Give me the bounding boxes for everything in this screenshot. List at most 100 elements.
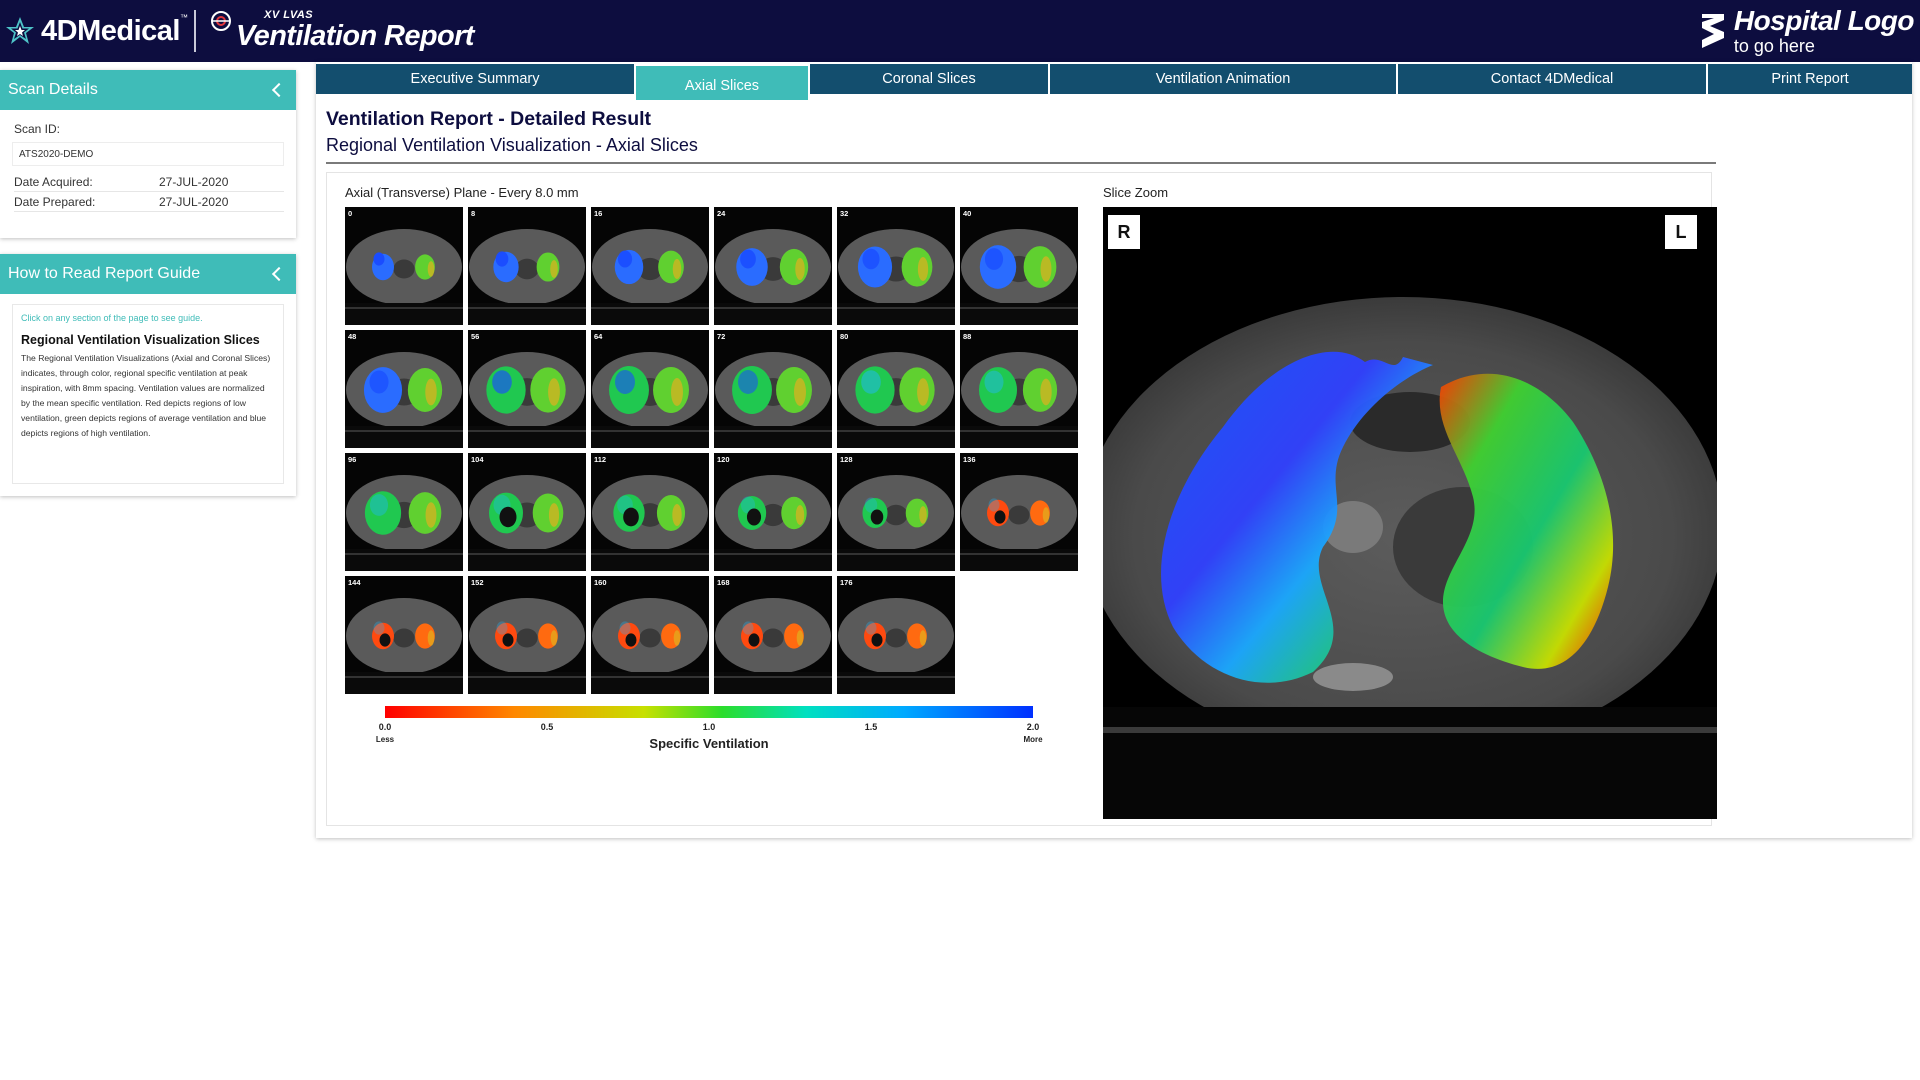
slice-number: 176 [840,578,853,587]
hospital-logo-title: Hospital Logo [1733,5,1915,36]
slice-thumbnail[interactable]: 104 [468,453,586,571]
slice-thumbnail[interactable]: 120 [714,453,832,571]
slice-thumbnail[interactable]: 160 [591,576,709,694]
chevron-left-icon[interactable] [271,82,287,98]
slice-thumbnail[interactable]: 8 [468,207,586,325]
slice-number: 128 [840,455,853,464]
slice-number: 144 [348,578,361,587]
hospital-mark-icon [1700,10,1726,52]
slice-zoom-viewer[interactable]: R L [1103,207,1717,819]
slice-number: 112 [594,455,607,464]
scale-tick: 0.0 [378,722,392,732]
page-subtitle: Regional Ventilation Visualization - Axi… [326,135,698,155]
product-logo: XV LVAS Ventilation Report [210,8,474,54]
tab-bar: Executive Summary Axial Slices Coronal S… [316,64,1912,100]
slice-number: 88 [963,332,972,341]
slice-thumbnail[interactable]: 136 [960,453,1078,571]
slice-number: 0 [348,209,353,218]
app-header: 4DMedical ™ XV LVAS Ventilation Report H… [0,0,1920,62]
date-prepared-row: Date Prepared: 27-JUL-2020 [14,192,284,212]
slice-number: 80 [840,332,849,341]
page-title: Ventilation Report - Detailed Result [326,108,652,130]
slice-number: 8 [471,209,476,218]
scale-tick: 0.5 [540,722,554,732]
hospital-logo-subtitle: to go here [1733,36,1815,56]
slice-thumbnail[interactable]: 16 [591,207,709,325]
date-prepared-label: Date Prepared: [14,194,96,209]
tab-contact-4dmedical[interactable]: Contact 4DMedical [1398,64,1706,94]
slice-thumbnail[interactable]: 128 [837,453,955,571]
header-divider [194,10,196,52]
slice-thumbnail[interactable]: 96 [345,453,463,571]
slice-number: 64 [594,332,603,341]
guide-content: Click on any section of the page to see … [12,304,284,484]
4dmedical-star-icon [5,16,35,46]
tab-coronal-slices[interactable]: Coronal Slices [810,64,1048,94]
zoomed-ct-slice [1103,207,1717,819]
orientation-right-marker: R [1108,215,1140,249]
tab-executive-summary[interactable]: Executive Summary [316,64,634,94]
slice-thumbnail[interactable]: 176 [837,576,955,694]
date-prepared-value: 27-JUL-2020 [159,194,229,209]
slice-number: 24 [717,209,726,218]
slice-number: 40 [963,209,972,218]
scale-tick: 1.5 [864,722,878,732]
report-guide-header[interactable]: How to Read Report Guide [0,254,296,294]
slice-thumbnail[interactable]: 40 [960,207,1078,325]
product-name: XV LVAS Ventilation Report [236,8,474,53]
scan-details-title: Scan Details [8,81,98,98]
slice-number: 160 [594,578,607,587]
chevron-left-icon[interactable] [271,266,287,282]
scale-tick: 1.0 [702,722,716,732]
slice-thumbnail[interactable]: 56 [468,330,586,448]
4dmedical-logo: 4DMedical ™ [5,9,188,53]
date-acquired-row: Date Acquired: 27-JUL-2020 [14,172,284,192]
slice-thumbnail[interactable]: 48 [345,330,463,448]
axial-slices-card: Axial (Transverse) Plane - Every 8.0 mm … [326,172,1717,826]
guide-heading: Regional Ventilation Visualization Slice… [21,333,260,347]
plane-label: Axial (Transverse) Plane - Every 8.0 mm [345,185,579,200]
slice-thumbnail[interactable]: 168 [714,576,832,694]
slice-thumbnail[interactable]: 152 [468,576,586,694]
slice-number: 104 [471,455,484,464]
slice-zoom-label: Slice Zoom [1103,185,1169,200]
scale-tick: 2.0 [1026,722,1040,732]
slice-thumbnail[interactable]: 24 [714,207,832,325]
guide-description: The Regional Ventilation Visualizations … [21,353,271,438]
orientation-left-marker: L [1665,215,1697,249]
slice-number: 120 [717,455,730,464]
date-acquired-label: Date Acquired: [14,174,93,189]
tab-axial-slices[interactable]: Axial Slices [636,66,808,100]
hospital-logo-placeholder: Hospital Logo to go here [1700,4,1915,58]
page-title-block: Ventilation Report - Detailed Result Reg… [326,108,1716,164]
guide-hint: Click on any section of the page to see … [21,313,203,323]
tab-ventilation-animation[interactable]: Ventilation Animation [1050,64,1396,94]
slice-thumbnail[interactable]: 0 [345,207,463,325]
slice-thumbnail-grid: 0 8 16 24 32 40 48 56 64 72 80 88 96 104 112 120 128 136 1… [345,207,1087,697]
report-guide-panel: How to Read Report Guide Click on any se… [0,254,296,496]
tab-print-report[interactable]: Print Report [1708,64,1912,94]
scale-title: Specific Ventilation [649,736,769,751]
date-acquired-value: 27-JUL-2020 [159,174,229,189]
slice-thumbnail[interactable]: 112 [591,453,709,571]
slice-thumbnail[interactable]: 144 [345,576,463,694]
ventilation-color-scale: 0.0 0.5 1.0 1.5 2.0 Less More Specific V… [365,706,1045,766]
slice-thumbnail[interactable]: 80 [837,330,955,448]
scale-low-label: Less [375,735,395,744]
slice-number: 32 [840,209,849,218]
slice-thumbnail[interactable]: 64 [591,330,709,448]
scan-details-panel: Scan Details Scan ID: ATS2020-DEMO Date … [0,70,296,238]
scan-id-value: ATS2020-DEMO [12,142,284,166]
brand-trademark: ™ [179,13,188,22]
main-content: Executive Summary Axial Slices Coronal S… [316,62,1912,838]
slice-thumbnail[interactable]: 88 [960,330,1078,448]
scan-details-header[interactable]: Scan Details [0,70,296,110]
slice-thumbnail[interactable]: 32 [837,207,955,325]
scan-id-label: Scan ID: [14,122,61,136]
slice-thumbnail[interactable]: 72 [714,330,832,448]
product-tag: XV LVAS [264,8,314,21]
slice-number: 136 [963,455,976,464]
slice-number: 152 [471,578,484,587]
scale-high-label: More [1023,735,1043,744]
slice-number: 56 [471,332,480,341]
